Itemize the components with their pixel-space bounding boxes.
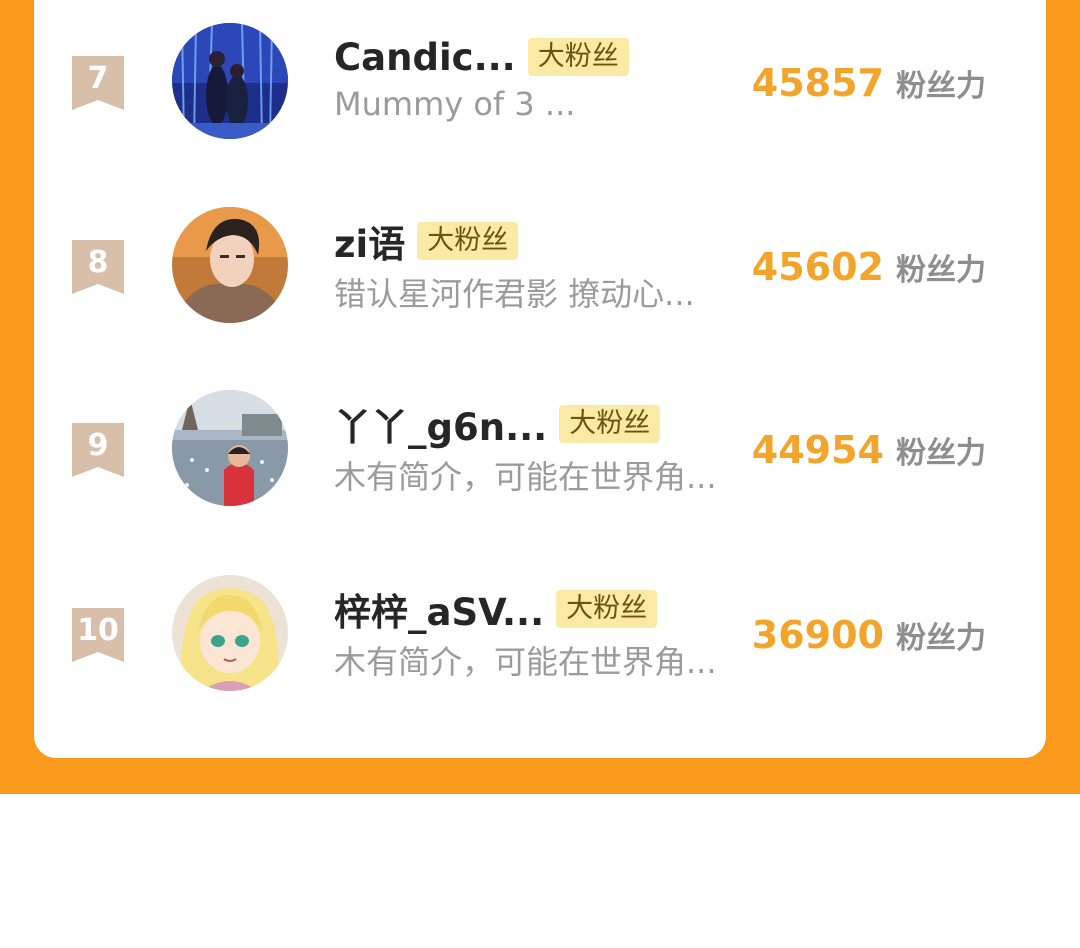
fan-level-tag: 大粉丝	[559, 405, 661, 443]
fan-score: 44954 粉丝力	[752, 427, 986, 473]
rank-number: 10	[77, 613, 119, 648]
avatar[interactable]	[172, 207, 288, 323]
avatar[interactable]	[172, 390, 288, 506]
score-value: 45602	[751, 245, 884, 289]
fan-level-tag: 大粉丝	[527, 38, 629, 76]
avatar[interactable]	[172, 575, 288, 691]
rank-badge: 7	[72, 56, 124, 110]
fan-level-tag: 大粉丝	[556, 590, 658, 628]
fan-score: 45602 粉丝力	[752, 244, 986, 290]
user-name-line: zi语 大粉丝	[334, 218, 519, 266]
score-value: 44954	[751, 428, 884, 472]
score-unit: 粉丝力	[896, 69, 986, 104]
score-unit: 粉丝力	[896, 253, 986, 288]
user-bio: 木有简介，可能在世界角...	[334, 458, 717, 496]
user-name-line: 梓梓_aSV... 大粉丝	[334, 586, 658, 634]
score-value: 45857	[751, 61, 884, 105]
user-bio: 错认星河作君影 撩动心...	[334, 275, 695, 313]
user-name[interactable]: Candic...	[334, 36, 516, 79]
rank-number: 8	[87, 245, 109, 280]
fan-level-tag: 大粉丝	[417, 222, 519, 260]
score-unit: 粉丝力	[896, 436, 986, 471]
rank-number: 9	[87, 428, 109, 463]
user-name-line: 丫丫_g6n... 大粉丝	[334, 401, 661, 449]
ranking-row[interactable]: 10 梓梓_aSV... 大粉丝 木有简介，可能在世界角... 36900 粉丝…	[34, 565, 1046, 705]
user-name-line: Candic... 大粉丝	[334, 34, 629, 80]
ranking-row[interactable]: 8 zi语 大粉丝 错认星河作君影 撩动心... 45602 粉丝力	[34, 197, 1046, 337]
rank-badge: 9	[72, 423, 124, 477]
user-name[interactable]: zi语	[334, 214, 405, 268]
rank-number: 7	[87, 61, 109, 96]
user-bio: 木有简介，可能在世界角...	[334, 643, 717, 681]
avatar[interactable]	[172, 23, 288, 139]
score-unit: 粉丝力	[896, 621, 986, 656]
rank-badge: 10	[72, 608, 124, 662]
fan-score: 45857 粉丝力	[752, 60, 986, 106]
rank-badge: 8	[72, 240, 124, 294]
score-value: 36900	[751, 613, 884, 657]
fan-score: 36900 粉丝力	[752, 612, 986, 658]
user-name[interactable]: 梓梓_aSV...	[334, 582, 544, 636]
ranking-row[interactable]: 9 丫丫_g6n... 大粉丝 木有简介，可能在世界角... 44954 粉丝力	[34, 380, 1046, 520]
user-bio: Mummy of 3 ...	[334, 85, 576, 123]
user-name[interactable]: 丫丫_g6n...	[334, 397, 547, 451]
fan-ranking-card: 7 Candic... 大粉丝 Mummy of 3 ... 45857 粉丝力…	[34, 0, 1046, 758]
ranking-row[interactable]: 7 Candic... 大粉丝 Mummy of 3 ... 45857 粉丝力	[34, 13, 1046, 153]
